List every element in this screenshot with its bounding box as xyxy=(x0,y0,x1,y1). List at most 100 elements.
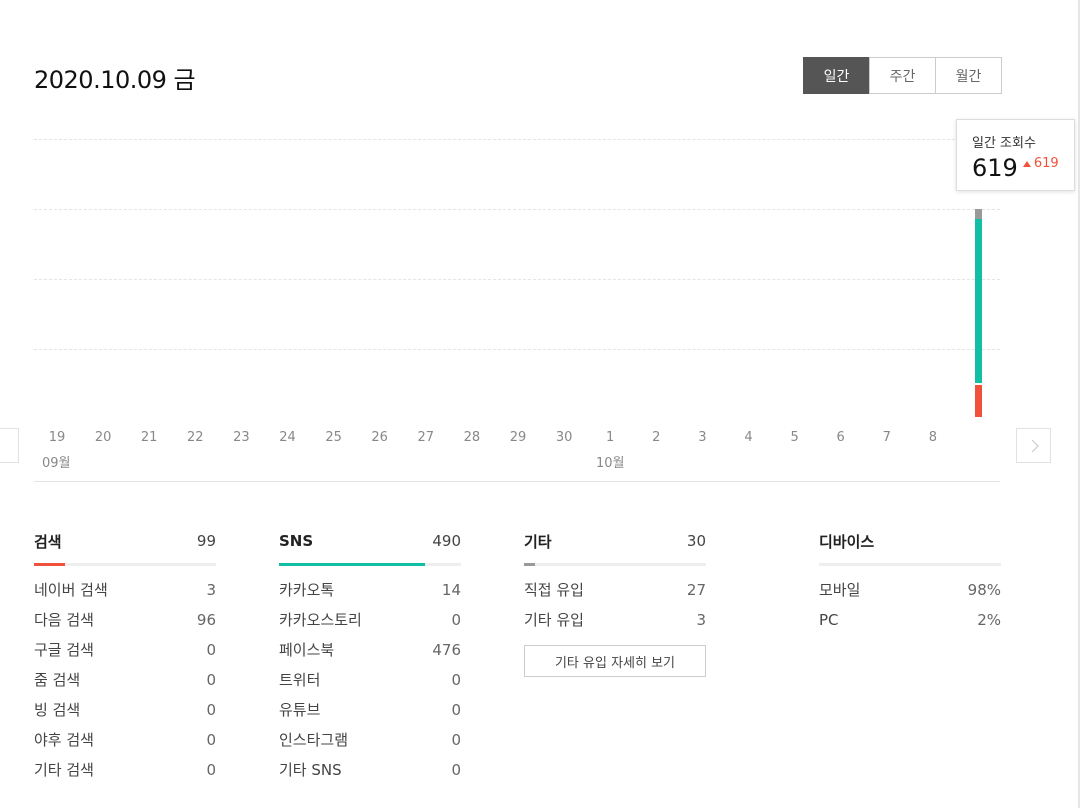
stat-bar xyxy=(34,563,216,566)
x-tick-label: 1 xyxy=(606,430,615,445)
row-label: 유튜브 xyxy=(279,701,321,719)
tooltip-label: 일간 조회수 xyxy=(972,136,1036,151)
stat-bar xyxy=(524,563,706,566)
list-item: 네이버 검색 3 xyxy=(34,579,216,609)
row-value: 0 xyxy=(206,761,216,779)
stat-title: 검색 xyxy=(34,532,62,551)
stat-search: 검색 99 네이버 검색 3 다음 검색 96 구글 검색 0 줌 검색 0 빙 검색 0… xyxy=(34,530,216,789)
stat-bar-fill xyxy=(34,563,65,566)
stat-title: SNS xyxy=(279,532,314,550)
row-value: 3 xyxy=(696,611,706,629)
tab-monthly[interactable]: 월간 xyxy=(935,57,1002,94)
stat-bar-fill xyxy=(524,563,535,566)
x-tick-label: 29 xyxy=(509,430,527,445)
row-value: 27 xyxy=(686,581,706,599)
gridline xyxy=(34,209,1000,210)
list-item: 줌 검색 0 xyxy=(34,669,216,699)
x-tick-label: 23 xyxy=(233,430,250,445)
row-label: 페이스북 xyxy=(279,641,335,659)
gridline xyxy=(34,139,1000,140)
tooltip-value: 619 xyxy=(972,154,1018,182)
chevron-left-icon xyxy=(0,439,8,453)
row-label: PC xyxy=(819,611,839,629)
x-tick-label: 20 xyxy=(94,430,112,445)
chart-tooltip: 일간 조회수 619 619 xyxy=(956,119,1075,191)
row-label: 빙 검색 xyxy=(34,701,81,719)
list-item: 트위터 0 xyxy=(279,669,461,699)
month-label-oct: 10월 xyxy=(596,456,625,471)
row-value: 476 xyxy=(432,641,461,659)
row-label: 트위터 xyxy=(279,671,321,689)
row-value: 2% xyxy=(977,611,1001,629)
bar-segment xyxy=(975,219,982,384)
row-label: 네이버 검색 xyxy=(34,581,108,599)
list-item: 카카오스토리 0 xyxy=(279,609,461,639)
row-value: 14 xyxy=(441,581,461,599)
stat-device: 디바이스 모바일 98% PC 2% xyxy=(819,530,1001,639)
row-label: 직접 유입 xyxy=(524,581,584,599)
x-tick-label: 21 xyxy=(140,430,158,445)
row-value: 0 xyxy=(451,761,461,779)
row-value: 96 xyxy=(196,611,216,629)
row-value: 0 xyxy=(451,671,461,689)
list-item: PC 2% xyxy=(819,609,1001,639)
x-tick-label: 4 xyxy=(744,430,753,445)
x-tick-label: 26 xyxy=(371,430,388,445)
list-item: 기타 검색 0 xyxy=(34,759,216,789)
period-tabs: 일간 주간 월간 xyxy=(803,57,1002,94)
bar-segment xyxy=(975,385,982,417)
row-value: 0 xyxy=(451,611,461,629)
x-tick-label: 25 xyxy=(325,430,342,445)
next-button[interactable] xyxy=(1016,428,1051,463)
row-value: 98% xyxy=(967,581,1001,599)
stat-bar-fill xyxy=(279,563,425,566)
stat-title: 디바이스 xyxy=(819,532,875,551)
x-tick-label: 22 xyxy=(187,430,204,445)
row-value: 0 xyxy=(206,671,216,689)
stat-total: 30 xyxy=(686,532,706,550)
row-label: 구글 검색 xyxy=(34,641,94,659)
list-item: 유튜브 0 xyxy=(279,699,461,729)
row-value: 0 xyxy=(451,731,461,749)
bar-segment xyxy=(975,209,982,220)
row-value: 0 xyxy=(451,701,461,719)
row-value: 0 xyxy=(206,701,216,719)
row-value: 0 xyxy=(206,641,216,659)
row-label: 줌 검색 xyxy=(34,671,81,689)
x-tick-label: 7 xyxy=(882,430,891,445)
divider xyxy=(34,481,1000,482)
row-label: 모바일 xyxy=(819,581,861,599)
stat-title: 기타 xyxy=(524,532,552,551)
list-item: 야후 검색 0 xyxy=(34,729,216,759)
row-label: 카카오스토리 xyxy=(279,611,362,629)
stat-total: 490 xyxy=(432,532,461,550)
stat-sns: SNS 490 카카오톡 14 카카오스토리 0 페이스북 476 트위터 0 유튜브 0… xyxy=(279,530,461,789)
other-inflow-detail-button[interactable]: 기타 유입 자세히 보기 xyxy=(524,645,706,677)
stat-total: 99 xyxy=(196,532,216,550)
list-item: 기타 유입 3 xyxy=(524,609,706,639)
list-item: 다음 검색 96 xyxy=(34,609,216,639)
row-label: 다음 검색 xyxy=(34,611,94,629)
x-tick-label: 6 xyxy=(836,430,845,445)
x-tick-label: 30 xyxy=(555,430,573,445)
list-item: 빙 검색 0 xyxy=(34,699,216,729)
chevron-right-icon xyxy=(1031,439,1039,453)
stat-bar xyxy=(819,563,1001,566)
x-tick-label: 24 xyxy=(279,430,296,445)
tab-weekly[interactable]: 주간 xyxy=(869,57,936,94)
up-arrow-icon xyxy=(1022,160,1031,167)
row-label: 야후 검색 xyxy=(34,731,94,749)
x-tick-label: 28 xyxy=(463,430,481,445)
month-label-sep: 09월 xyxy=(42,456,71,471)
stat-bar xyxy=(279,563,461,566)
row-value: 3 xyxy=(206,581,216,599)
row-label: 기타 유입 xyxy=(524,611,584,629)
list-item: 직접 유입 27 xyxy=(524,579,706,609)
tooltip-change-value: 619 xyxy=(1033,156,1059,171)
gridline xyxy=(34,279,1000,280)
x-tick-label: 2 xyxy=(652,430,661,445)
list-item: 구글 검색 0 xyxy=(34,639,216,669)
list-item: 카카오톡 14 xyxy=(279,579,461,609)
tab-daily[interactable]: 일간 xyxy=(803,57,870,94)
prev-button[interactable] xyxy=(0,428,19,463)
